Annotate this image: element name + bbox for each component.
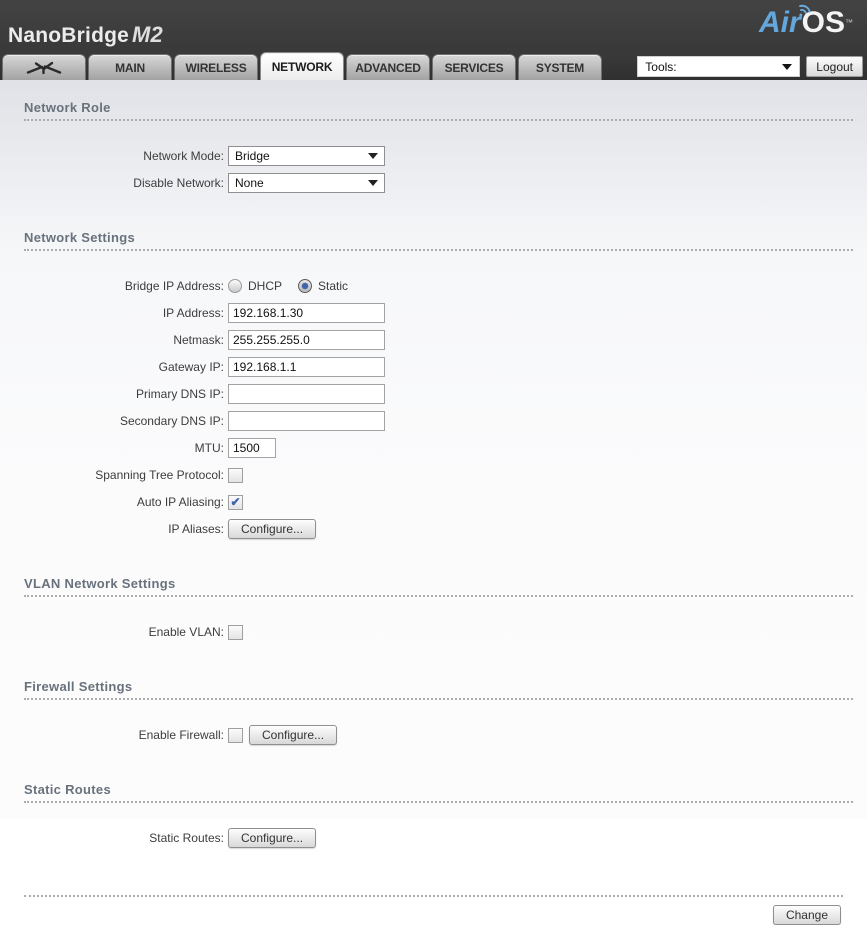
ip-aliases-label: IP Aliases: bbox=[168, 522, 224, 536]
enable-firewall-configure-button[interactable]: Configure... bbox=[249, 725, 338, 745]
form-row-network-mode: Network Mode: Bridge bbox=[0, 146, 867, 166]
form-row-auto-ip-aliasing: Auto IP Aliasing: ✔ bbox=[0, 492, 867, 512]
airos-logo: AirOS™ bbox=[759, 4, 853, 40]
section-title-network-role: Network Role bbox=[24, 100, 853, 121]
network-mode-select[interactable]: Bridge bbox=[228, 146, 385, 166]
masthead: NanoBridge M2 AirOS™ bbox=[0, 0, 867, 52]
chevron-down-icon bbox=[782, 63, 793, 70]
form-row-enable-vlan: Enable VLAN: bbox=[0, 622, 867, 642]
chevron-down-icon bbox=[368, 180, 378, 186]
form-row-bridge-ip-address: Bridge IP Address: DHCP Static bbox=[0, 276, 867, 296]
form-row-enable-firewall: Enable Firewall: Configure... bbox=[0, 725, 867, 745]
form-row-ip-address: IP Address: bbox=[0, 303, 867, 323]
section-rows-vlan-network-settings: Enable VLAN: bbox=[0, 597, 867, 663]
form-row-primary-dns-ip: Primary DNS IP: bbox=[0, 384, 867, 404]
spanning-tree-protocol-checkbox[interactable] bbox=[228, 467, 243, 483]
tab-label: WIRELESS bbox=[185, 60, 247, 75]
ip-address-field[interactable] bbox=[228, 303, 385, 323]
gateway-ip-label: Gateway IP: bbox=[158, 360, 224, 374]
tab-system[interactable]: SYSTEM bbox=[518, 54, 602, 80]
static-radio-label: Static bbox=[318, 279, 349, 293]
secondary-dns-ip-field[interactable] bbox=[228, 411, 385, 431]
netmask-field[interactable] bbox=[228, 330, 385, 350]
network-mode-label: Network Mode: bbox=[143, 149, 224, 163]
tools-dropdown-label: Tools: bbox=[645, 59, 677, 74]
brand-name: NanoBridge bbox=[8, 24, 130, 47]
mtu-field[interactable] bbox=[228, 438, 276, 458]
section-title-network-settings: Network Settings bbox=[24, 230, 853, 251]
form-row-netmask: Netmask: bbox=[0, 330, 867, 350]
trademark-symbol: ™ bbox=[845, 18, 853, 27]
network-mode-selected-value: Bridge bbox=[235, 149, 270, 163]
tab-home[interactable] bbox=[2, 54, 86, 80]
footer-bar: Change bbox=[24, 895, 843, 925]
secondary-dns-ip-label: Secondary DNS IP: bbox=[119, 414, 224, 428]
tab-network[interactable]: NETWORK bbox=[260, 52, 344, 80]
tab-strip: MAIN WIRELESS NETWORK ADVANCED SERVICES SYSTE… bbox=[0, 52, 867, 82]
disable-network-label: Disable Network: bbox=[133, 176, 224, 190]
mtu-label: MTU: bbox=[194, 441, 224, 455]
spanning-tree-protocol-label: Spanning Tree Protocol: bbox=[95, 468, 224, 482]
netmask-label: Netmask: bbox=[173, 333, 224, 347]
primary-dns-ip-field[interactable] bbox=[228, 384, 385, 404]
tab-wireless[interactable]: WIRELESS bbox=[174, 54, 258, 80]
auto-ip-aliasing-label: Auto IP Aliasing: bbox=[136, 495, 224, 509]
tab-label: MAIN bbox=[115, 60, 145, 75]
change-button[interactable]: Change bbox=[772, 905, 841, 925]
tab-label: ADVANCED bbox=[355, 60, 421, 75]
section-title-vlan-network-settings: VLAN Network Settings bbox=[24, 576, 853, 597]
network-page-content: Network Role Network Mode: Bridge Disable N… bbox=[0, 82, 867, 925]
enable-vlan-label: Enable VLAN: bbox=[148, 625, 224, 639]
ubiquiti-antenna-icon bbox=[25, 61, 63, 75]
form-row-mtu: MTU: bbox=[0, 438, 867, 458]
auto-ip-aliasing-checkbox[interactable]: ✔ bbox=[228, 494, 243, 510]
disable-network-select[interactable]: None bbox=[228, 173, 385, 193]
enable-firewall-checkbox[interactable] bbox=[228, 727, 243, 743]
brand-model: M2 bbox=[132, 22, 163, 47]
enable-vlan-checkbox[interactable] bbox=[228, 624, 243, 640]
dhcp-radio-label: DHCP bbox=[248, 279, 283, 293]
tab-advanced[interactable]: ADVANCED bbox=[346, 54, 430, 80]
form-row-secondary-dns-ip: Secondary DNS IP: bbox=[0, 411, 867, 431]
brand-logo: NanoBridge M2 bbox=[8, 22, 163, 48]
form-row-ip-aliases: IP Aliases: Configure... bbox=[0, 519, 867, 539]
gateway-ip-field[interactable] bbox=[228, 357, 385, 377]
form-row-static-routes: Static Routes: Configure... bbox=[0, 828, 867, 848]
tab-main[interactable]: MAIN bbox=[88, 54, 172, 80]
chevron-down-icon bbox=[368, 153, 378, 159]
logout-button[interactable]: Logout bbox=[806, 56, 863, 77]
tools-dropdown[interactable]: Tools: bbox=[637, 56, 801, 77]
form-row-gateway-ip: Gateway IP: bbox=[0, 357, 867, 377]
primary-dns-ip-label: Primary DNS IP: bbox=[135, 387, 224, 401]
static-routes-configure-button[interactable]: Configure... bbox=[228, 828, 317, 848]
bridge-ip-address-label: Bridge IP Address: bbox=[124, 279, 224, 293]
ip-aliases-configure-button[interactable]: Configure... bbox=[228, 519, 317, 539]
section-rows-network-settings: Bridge IP Address: DHCP Static IP Address: N… bbox=[0, 251, 867, 560]
tab-label: SERVICES bbox=[444, 60, 504, 75]
form-row-disable-network: Disable Network: None bbox=[0, 173, 867, 193]
wifi-signal-icon bbox=[799, 4, 811, 17]
section-rows-firewall-settings: Enable Firewall: Configure... bbox=[0, 700, 867, 766]
tab-label: SYSTEM bbox=[535, 60, 585, 75]
tab-services[interactable]: SERVICES bbox=[432, 54, 516, 80]
enable-firewall-label: Enable Firewall: bbox=[138, 728, 224, 742]
section-rows-static-routes: Static Routes: Configure... bbox=[0, 803, 867, 869]
section-title-firewall-settings: Firewall Settings bbox=[24, 679, 853, 700]
section-title-static-routes: Static Routes bbox=[24, 782, 853, 803]
ip-address-label: IP Address: bbox=[162, 306, 224, 320]
section-rows-network-role: Network Mode: Bridge Disable Network: None bbox=[0, 121, 867, 214]
static-routes-label: Static Routes: bbox=[149, 831, 224, 845]
disable-network-selected-value: None bbox=[235, 176, 264, 190]
dhcp-radio[interactable] bbox=[228, 279, 242, 293]
static-radio[interactable] bbox=[298, 279, 313, 293]
tab-label: NETWORK bbox=[271, 59, 333, 74]
form-row-spanning-tree-protocol: Spanning Tree Protocol: bbox=[0, 465, 867, 485]
